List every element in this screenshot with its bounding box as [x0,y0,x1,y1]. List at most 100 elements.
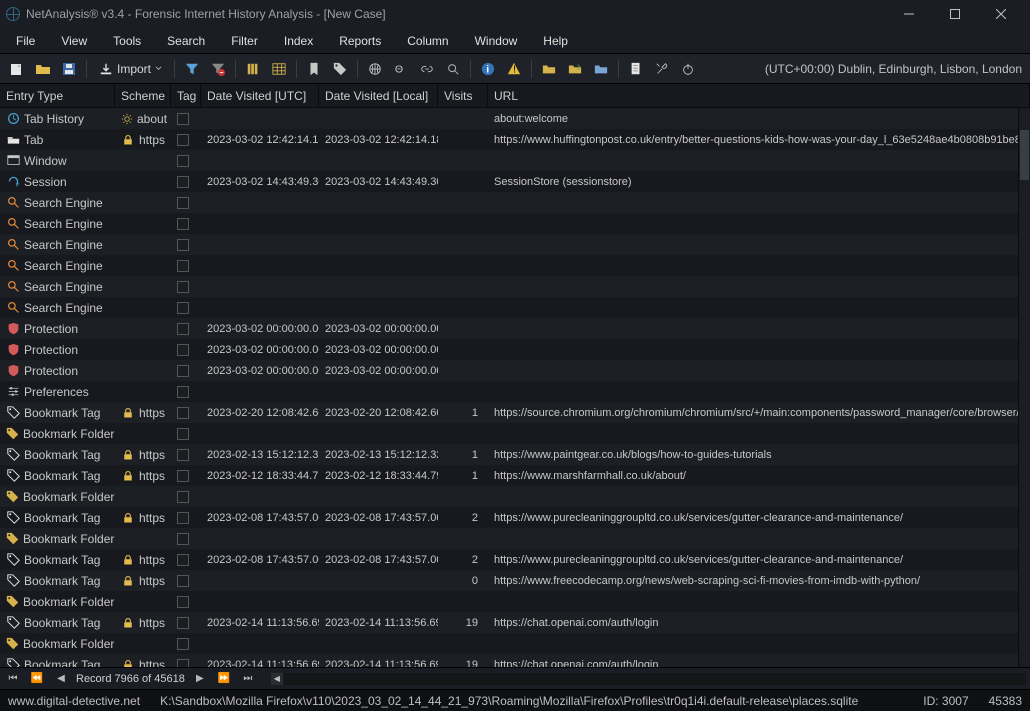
tag-checkbox[interactable] [177,638,189,650]
tag-checkbox[interactable] [177,302,189,314]
minimize-button[interactable] [886,0,932,28]
tag-checkbox[interactable] [177,659,189,668]
col-tag[interactable]: Tag [171,84,201,107]
table-button[interactable] [268,58,290,80]
tag-checkbox[interactable] [177,239,189,251]
table-row[interactable]: Tab Historyaboutabout:welcome [0,108,1018,129]
export-2-button[interactable] [564,58,586,80]
open-case-button[interactable] [32,58,54,80]
tag-checkbox[interactable] [177,533,189,545]
search-history-button[interactable] [442,58,464,80]
table-row[interactable]: Bookmark Taghttps2023-02-13 15:12:12.328… [0,444,1018,465]
table-row[interactable]: Bookmark Taghttps2023-02-20 12:08:42.604… [0,402,1018,423]
table-row[interactable]: Bookmark Taghttps2023-02-14 11:13:56.695… [0,654,1018,667]
horizontal-scrollbar[interactable]: ◀ [271,673,1026,685]
tag-checkbox[interactable] [177,386,189,398]
export-3-button[interactable] [590,58,612,80]
tools-button[interactable] [651,58,673,80]
columns-button[interactable] [242,58,264,80]
decode-button[interactable]: Θ [390,58,412,80]
table-row[interactable]: Tabhttps2023-03-02 12:42:14.1822023-03-0… [0,129,1018,150]
close-button[interactable] [978,0,1024,28]
nav-prev-page-button[interactable]: ⏪ [28,673,46,684]
save-button[interactable] [58,58,80,80]
table-row[interactable]: Search Engine [0,297,1018,318]
col-visits[interactable]: Visits [438,84,488,107]
col-date-utc[interactable]: Date Visited [UTC] [201,84,319,107]
tag-checkbox[interactable] [177,197,189,209]
maximize-button[interactable] [932,0,978,28]
table-row[interactable]: Bookmark Folder [0,486,1018,507]
filter-clear-button[interactable] [207,58,229,80]
tag-checkbox[interactable] [177,428,189,440]
table-row[interactable]: Bookmark Folder [0,633,1018,654]
table-row[interactable]: Preferences [0,381,1018,402]
menu-tools[interactable]: Tools [103,30,151,52]
menu-column[interactable]: Column [397,30,458,52]
table-row[interactable]: Protection2023-03-02 00:00:00.0002023-03… [0,360,1018,381]
table-row[interactable]: Bookmark Taghttps2023-02-12 18:33:44.795… [0,465,1018,486]
table-row[interactable]: Bookmark Taghttps0https://www.freecodeca… [0,570,1018,591]
table-row[interactable]: Bookmark Folder [0,528,1018,549]
menu-help[interactable]: Help [533,30,578,52]
hscroll-left-button[interactable]: ◀ [271,673,283,685]
table-row[interactable]: Bookmark Taghttps2023-02-08 17:43:57.003… [0,507,1018,528]
tag-checkbox[interactable] [177,617,189,629]
table-row[interactable]: Search Engine [0,276,1018,297]
nav-next-button[interactable]: ▶ [191,673,209,684]
table-row[interactable]: Search Engine [0,255,1018,276]
table-row[interactable]: Search Engine [0,192,1018,213]
menu-index[interactable]: Index [274,30,323,52]
menu-filter[interactable]: Filter [221,30,268,52]
tag-checkbox[interactable] [177,260,189,272]
table-row[interactable]: Bookmark Taghttps2023-02-14 11:13:56.695… [0,612,1018,633]
nav-first-button[interactable]: ⏮ [4,673,22,684]
tag-checkbox[interactable] [177,365,189,377]
scrollbar-thumb[interactable] [1020,130,1029,180]
nav-last-button[interactable]: ⏭ [239,673,257,684]
tag-checkbox[interactable] [177,407,189,419]
tag-button[interactable] [329,58,351,80]
table-row[interactable]: Session2023-03-02 14:43:49.3032023-03-02… [0,171,1018,192]
tag-checkbox[interactable] [177,449,189,461]
globe-button[interactable] [364,58,386,80]
export-1-button[interactable] [538,58,560,80]
nav-next-page-button[interactable]: ⏩ [215,673,233,684]
table-row[interactable]: Window [0,150,1018,171]
import-button[interactable]: Import [93,58,168,80]
tag-checkbox[interactable] [177,575,189,587]
tag-checkbox[interactable] [177,323,189,335]
table-row[interactable]: Protection2023-03-02 00:00:00.0002023-03… [0,318,1018,339]
table-row[interactable]: Search Engine [0,234,1018,255]
tag-checkbox[interactable] [177,155,189,167]
table-row[interactable]: Bookmark Folder [0,423,1018,444]
tag-checkbox[interactable] [177,512,189,524]
info-button[interactable]: i [477,58,499,80]
tag-checkbox[interactable] [177,218,189,230]
tag-checkbox[interactable] [177,554,189,566]
menu-search[interactable]: Search [157,30,215,52]
tag-checkbox[interactable] [177,113,189,125]
tag-checkbox[interactable] [177,470,189,482]
power-button[interactable] [677,58,699,80]
col-scheme[interactable]: Scheme [115,84,171,107]
new-case-button[interactable] [6,58,28,80]
col-date-local[interactable]: Date Visited [Local] [319,84,438,107]
menu-window[interactable]: Window [465,30,528,52]
table-row[interactable]: Bookmark Taghttps2023-02-08 17:43:57.003… [0,549,1018,570]
col-entry-type[interactable]: Entry Type [0,84,115,107]
warning-button[interactable]: ! [503,58,525,80]
menu-file[interactable]: File [6,30,45,52]
nav-prev-button[interactable]: ◀ [52,673,70,684]
vertical-scrollbar[interactable] [1018,108,1030,667]
tag-checkbox[interactable] [177,491,189,503]
tag-checkbox[interactable] [177,176,189,188]
report-button[interactable] [625,58,647,80]
col-url[interactable]: URL [488,84,1030,107]
table-row[interactable]: Bookmark Folder [0,591,1018,612]
menu-reports[interactable]: Reports [329,30,391,52]
bookmark-button[interactable] [303,58,325,80]
table-row[interactable]: Search Engine [0,213,1018,234]
link-button[interactable] [416,58,438,80]
tag-checkbox[interactable] [177,344,189,356]
